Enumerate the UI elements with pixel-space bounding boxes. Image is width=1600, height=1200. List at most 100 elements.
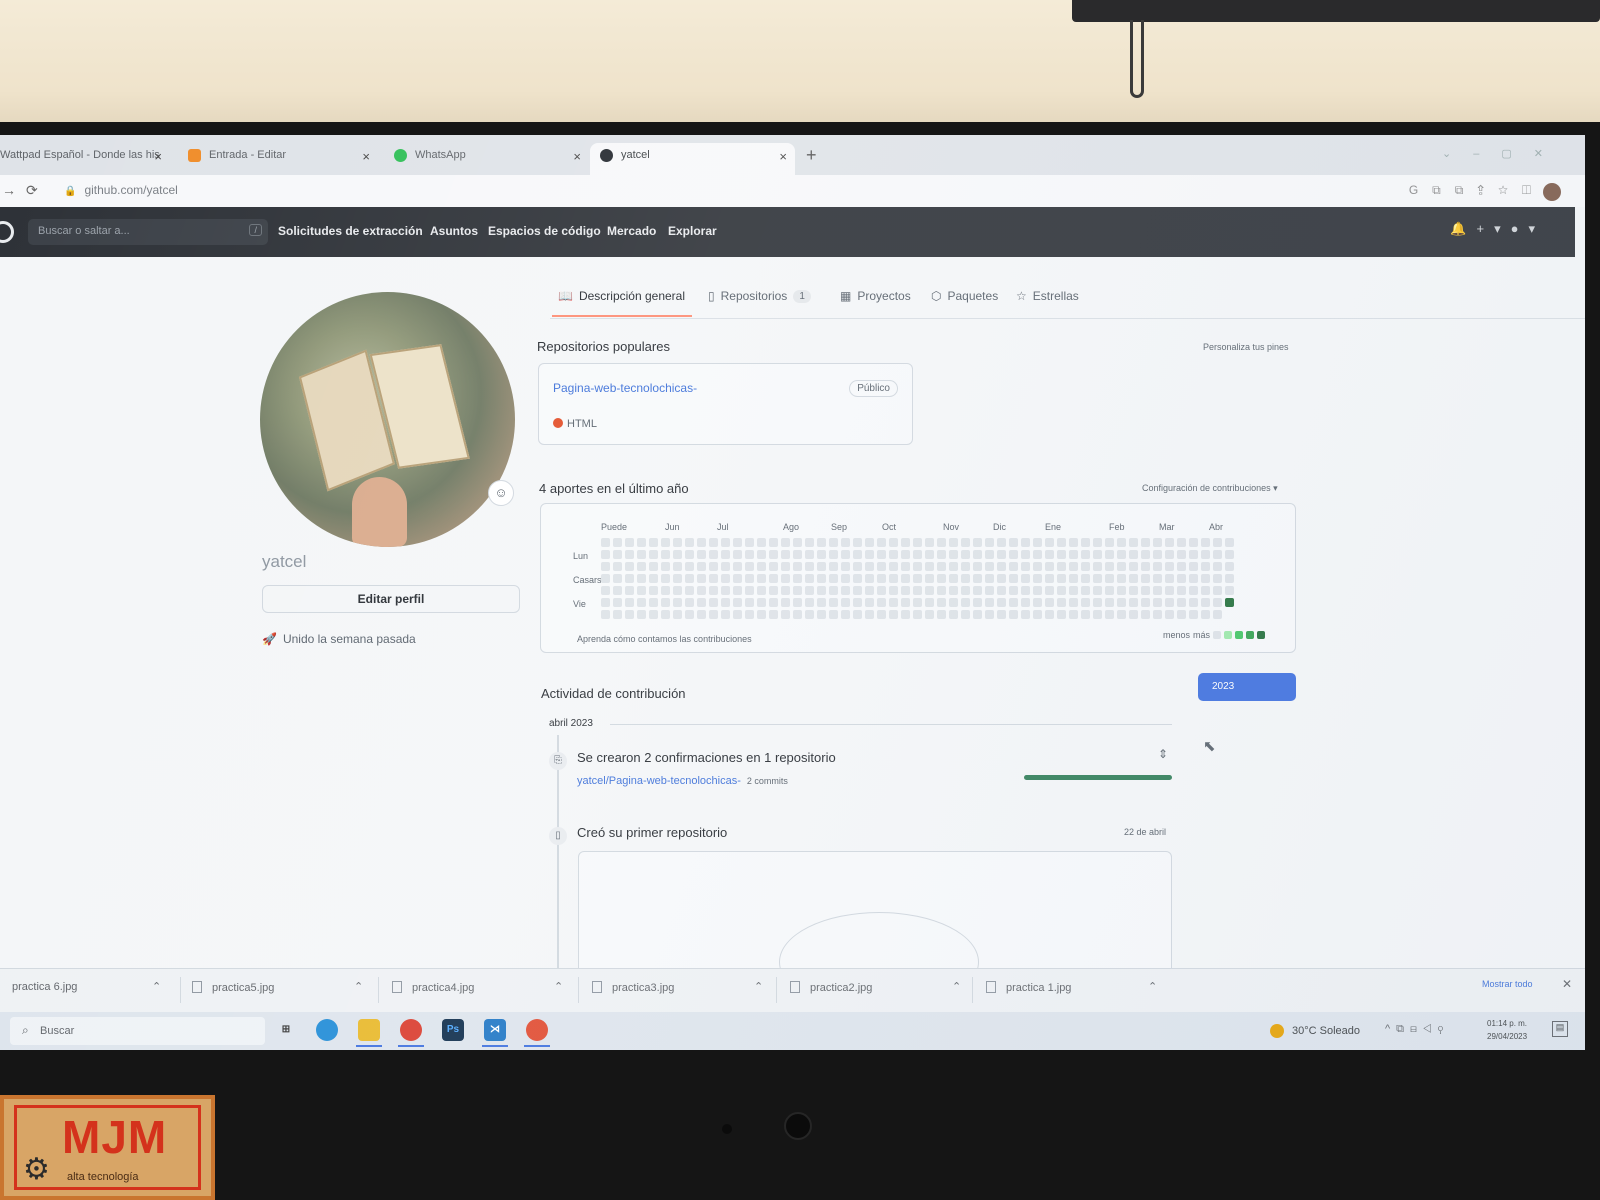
contribution-cell[interactable] [733, 574, 742, 583]
contribution-cell[interactable] [697, 610, 706, 619]
chevron-up-icon[interactable]: ⌃ [152, 980, 161, 993]
contribution-cell[interactable] [661, 586, 670, 595]
contribution-cell[interactable] [985, 574, 994, 583]
contribution-cell[interactable] [1069, 586, 1078, 595]
contribution-cell[interactable] [625, 586, 634, 595]
contribution-cell[interactable] [1213, 562, 1222, 571]
contribution-cell[interactable] [1117, 598, 1126, 607]
contribution-cell[interactable] [1165, 550, 1174, 559]
contribution-cell[interactable] [601, 598, 610, 607]
tab-blogger[interactable]: Entrada - Editar × [178, 143, 378, 175]
contribution-cell[interactable] [1009, 562, 1018, 571]
contribution-cell[interactable] [829, 538, 838, 547]
contribution-cell[interactable] [697, 538, 706, 547]
contribution-settings-dropdown[interactable]: Configuración de contribuciones ▾ [1142, 483, 1278, 494]
contribution-cell[interactable] [829, 586, 838, 595]
contribution-cell[interactable] [925, 610, 934, 619]
contribution-cell[interactable] [853, 574, 862, 583]
contribution-cell[interactable] [1129, 586, 1138, 595]
contribution-cell[interactable] [997, 574, 1006, 583]
contribution-cell[interactable] [1201, 598, 1210, 607]
contribution-cell[interactable] [1129, 574, 1138, 583]
reload-icon[interactable]: →⟳ [2, 182, 48, 199]
contribution-cell[interactable] [1117, 610, 1126, 619]
contribution-cell[interactable] [985, 610, 994, 619]
contribution-cell[interactable] [697, 586, 706, 595]
contribution-cell[interactable] [805, 586, 814, 595]
customize-pins-link[interactable]: Personaliza tus pines [1203, 342, 1289, 352]
contribution-cell[interactable] [637, 598, 646, 607]
contribution-cell[interactable] [829, 610, 838, 619]
contribution-cell[interactable] [1153, 586, 1162, 595]
contribution-cell[interactable] [1081, 538, 1090, 547]
contribution-cell[interactable] [805, 574, 814, 583]
contribution-cell[interactable] [1045, 598, 1054, 607]
contribution-cell[interactable] [1141, 610, 1150, 619]
contribution-cell[interactable] [949, 586, 958, 595]
contribution-cell[interactable] [1213, 610, 1222, 619]
contribution-cell[interactable] [877, 538, 886, 547]
contribution-cell[interactable] [673, 610, 682, 619]
contribution-cell[interactable] [1081, 586, 1090, 595]
contribution-cell[interactable] [781, 562, 790, 571]
contribution-cell[interactable] [997, 562, 1006, 571]
contribution-cell[interactable] [1033, 610, 1042, 619]
contribution-cell[interactable] [1069, 598, 1078, 607]
contribution-cell[interactable] [1069, 538, 1078, 547]
contribution-cell[interactable] [1165, 598, 1174, 607]
contribution-cell[interactable] [1081, 574, 1090, 583]
contribution-cell[interactable] [1117, 538, 1126, 547]
contribution-cell[interactable] [1105, 550, 1114, 559]
contribution-cell[interactable] [1177, 598, 1186, 607]
contribution-cell[interactable] [697, 574, 706, 583]
contribution-cell[interactable] [697, 598, 706, 607]
contribution-cell[interactable] [925, 586, 934, 595]
contribution-cell[interactable] [805, 610, 814, 619]
contribution-cell[interactable] [853, 598, 862, 607]
contribution-cell[interactable] [1117, 562, 1126, 571]
contribution-cell[interactable] [1153, 610, 1162, 619]
contribution-cell[interactable] [745, 586, 754, 595]
contribution-cell[interactable] [709, 610, 718, 619]
contribution-cell[interactable] [637, 586, 646, 595]
contribution-cell[interactable] [1105, 586, 1114, 595]
contribution-cell[interactable] [901, 586, 910, 595]
contribution-cell[interactable] [901, 562, 910, 571]
contribution-cell[interactable] [733, 586, 742, 595]
contribution-cell[interactable] [877, 562, 886, 571]
contribution-cell[interactable] [1117, 586, 1126, 595]
contribution-cell[interactable] [949, 610, 958, 619]
contribution-cell[interactable] [1033, 538, 1042, 547]
contribution-cell[interactable] [985, 562, 994, 571]
contribution-cell[interactable] [1189, 598, 1198, 607]
contribution-cell[interactable] [649, 586, 658, 595]
contribution-cell[interactable] [1021, 562, 1030, 571]
contribution-cell[interactable] [973, 538, 982, 547]
contribution-cell[interactable] [973, 550, 982, 559]
contribution-cell[interactable] [913, 538, 922, 547]
contribution-cell[interactable] [625, 550, 634, 559]
contribution-cell[interactable] [721, 538, 730, 547]
contribution-cell[interactable] [649, 550, 658, 559]
contribution-cell[interactable] [1069, 610, 1078, 619]
contribution-cell[interactable] [865, 538, 874, 547]
contribution-cell[interactable] [997, 550, 1006, 559]
contribution-cell[interactable] [601, 550, 610, 559]
contribution-cell[interactable] [697, 550, 706, 559]
contribution-cell[interactable] [817, 610, 826, 619]
contribution-cell[interactable] [1141, 550, 1150, 559]
edge-icon[interactable] [316, 1019, 338, 1041]
contribution-cell[interactable] [925, 574, 934, 583]
contribution-cell[interactable] [841, 550, 850, 559]
contribution-cell[interactable] [709, 538, 718, 547]
contribution-cell[interactable] [925, 598, 934, 607]
contribution-cell[interactable] [1225, 574, 1234, 583]
contribution-cell[interactable] [1057, 538, 1066, 547]
contribution-cell[interactable] [1129, 598, 1138, 607]
contribution-cell[interactable] [1105, 538, 1114, 547]
contribution-cell[interactable] [781, 574, 790, 583]
contribution-cell[interactable] [853, 550, 862, 559]
download-item[interactable]: practica4.jpg ⌃ [392, 981, 563, 994]
contribution-cell[interactable] [829, 598, 838, 607]
contribution-cell[interactable] [733, 538, 742, 547]
